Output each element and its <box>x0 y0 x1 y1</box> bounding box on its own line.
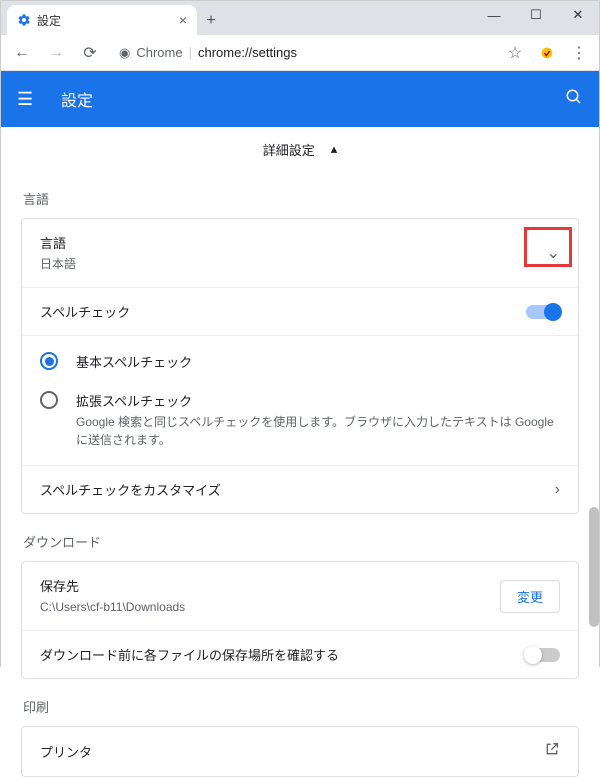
radio-checked-icon <box>40 352 58 370</box>
close-tab-icon[interactable]: × <box>179 12 187 28</box>
print-card: プリンタ <box>21 726 579 777</box>
tab-title: 設定 <box>37 12 173 29</box>
bookmark-star-icon[interactable]: ☆ <box>501 39 529 67</box>
section-title-print: 印刷 <box>1 679 599 726</box>
confirm-location-row: ダウンロード前に各ファイルの保存場所を確認する <box>22 631 578 678</box>
basic-spellcheck-option[interactable]: 基本スペルチェック <box>22 342 578 381</box>
section-title-download: ダウンロード <box>1 514 599 561</box>
chevron-up-icon: ▴ <box>331 141 338 157</box>
confirm-location-label: ダウンロード前に各ファイルの保存場所を確認する <box>40 645 526 664</box>
new-tab-button[interactable]: + <box>197 7 225 35</box>
customize-spellcheck-row[interactable]: スペルチェックをカスタマイズ › <box>22 465 578 513</box>
advanced-label: 詳細設定 <box>263 140 315 159</box>
extended-spellcheck-label: 拡張スペルチェック <box>76 391 560 410</box>
language-card: 言語 日本語 ⌄ スペルチェック 基本スペルチェック 拡張スペルチェック <box>21 218 579 514</box>
spellcheck-label: スペルチェック <box>40 302 526 321</box>
close-window-button[interactable]: ✕ <box>557 1 599 29</box>
basic-spellcheck-label: 基本スペルチェック <box>76 352 560 371</box>
spellcheck-row: スペルチェック <box>22 288 578 336</box>
browser-tab[interactable]: 設定 × <box>7 5 197 35</box>
language-label: 言語 <box>40 233 547 252</box>
chrome-icon: ◉ <box>119 45 130 61</box>
search-icon[interactable] <box>565 88 583 111</box>
printer-row[interactable]: プリンタ <box>22 727 578 776</box>
language-row[interactable]: 言語 日本語 ⌄ <box>22 219 578 288</box>
maximize-button[interactable]: ☐ <box>515 1 557 29</box>
download-path-value: C:\Users\cf-b11\Downloads <box>40 598 500 616</box>
radio-unchecked-icon <box>40 391 58 409</box>
address-bar: ← → ⟳ ◉ Chrome | chrome://settings ☆ ⋮ <box>1 35 599 71</box>
confirm-location-toggle[interactable] <box>526 648 560 662</box>
forward-button[interactable]: → <box>41 38 71 68</box>
hamburger-icon[interactable]: ☰ <box>17 89 41 110</box>
download-path-row: 保存先 C:\Users\cf-b11\Downloads 変更 <box>22 562 578 631</box>
reload-button[interactable]: ⟳ <box>75 38 105 68</box>
extension-icon[interactable] <box>533 39 561 67</box>
language-value: 日本語 <box>40 255 547 273</box>
scrollbar-thumb[interactable] <box>589 507 599 627</box>
extended-spellcheck-desc: Google 検索と同じスペルチェックを使用します。ブラウザに入力したテキストは… <box>76 413 560 449</box>
section-title-language: 言語 <box>1 171 599 218</box>
back-button[interactable]: ← <box>7 38 37 68</box>
url-box[interactable]: ◉ Chrome | chrome://settings <box>109 39 497 67</box>
open-external-icon <box>544 741 560 762</box>
printer-label: プリンタ <box>40 742 544 761</box>
download-card: 保存先 C:\Users\cf-b11\Downloads 変更 ダウンロード前… <box>21 561 579 679</box>
highlight-annotation <box>524 227 572 267</box>
kebab-menu-icon[interactable]: ⋮ <box>565 39 593 67</box>
advanced-settings-toggle[interactable]: 詳細設定 ▴ <box>1 127 599 171</box>
header-title: 設定 <box>61 87 565 111</box>
site-info-chip[interactable]: ◉ Chrome | <box>119 45 192 61</box>
download-path-label: 保存先 <box>40 576 500 595</box>
content-area: 詳細設定 ▴ 言語 言語 日本語 ⌄ スペルチェック 基本スペルチェック <box>1 127 599 777</box>
minimize-button[interactable]: — <box>473 1 515 29</box>
settings-header: ☰ 設定 <box>1 71 599 127</box>
site-label: Chrome <box>136 45 182 60</box>
chevron-right-icon: › <box>555 481 560 499</box>
url-text: chrome://settings <box>198 45 297 60</box>
extended-spellcheck-option[interactable]: 拡張スペルチェック Google 検索と同じスペルチェックを使用します。ブラウザ… <box>22 381 578 459</box>
customize-label: スペルチェックをカスタマイズ <box>40 480 555 499</box>
spellcheck-toggle[interactable] <box>526 305 560 319</box>
window-controls: — ☐ ✕ <box>473 1 599 29</box>
change-button[interactable]: 変更 <box>500 580 560 613</box>
settings-icon <box>17 13 31 27</box>
